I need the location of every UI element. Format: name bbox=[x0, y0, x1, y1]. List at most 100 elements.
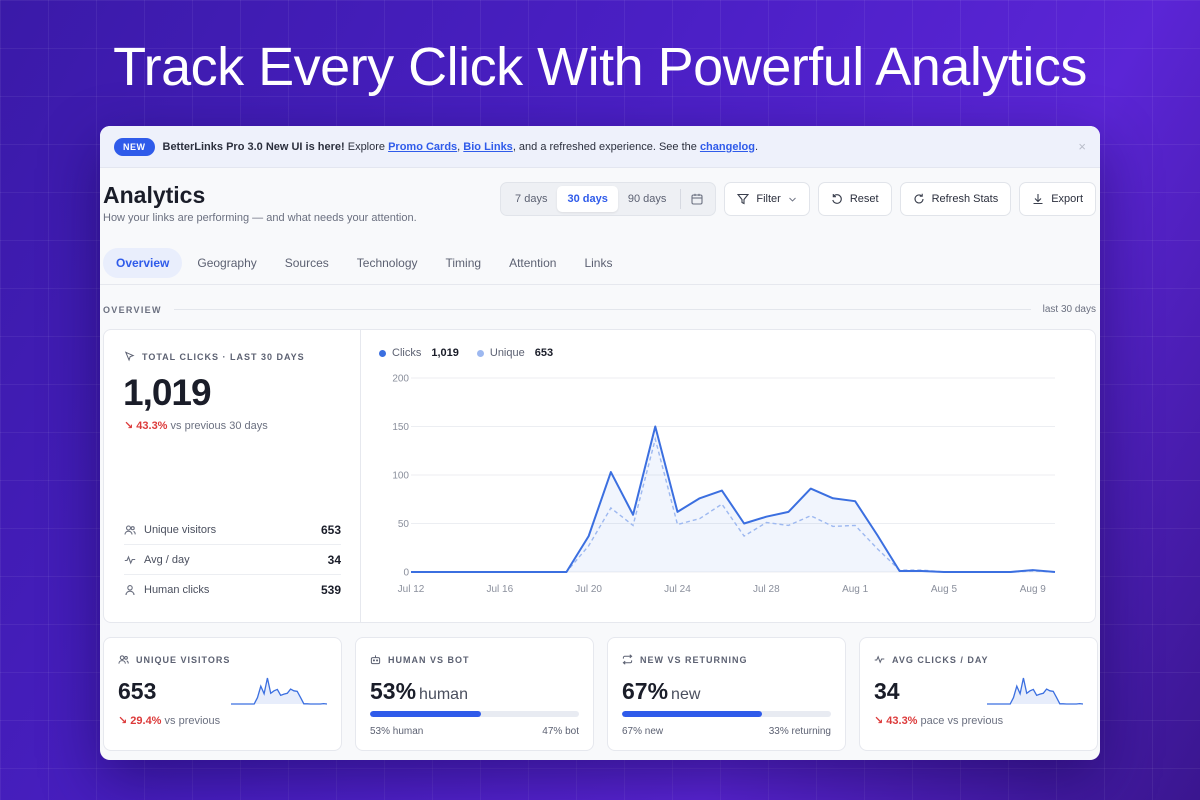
legend-unique-value: 653 bbox=[534, 347, 554, 359]
stat-list: Unique visitors 653 Avg / day 34 Human c… bbox=[124, 515, 341, 605]
changelog-link[interactable]: changelog bbox=[700, 141, 755, 153]
card-unique-visitors: UNIQUE VISITORS 653 ↘ 29.4% vs previous bbox=[103, 637, 342, 751]
legend-clicks[interactable]: Clicks 1,019 bbox=[379, 347, 459, 359]
users-icon bbox=[118, 655, 129, 664]
x-tick-label: Aug 1 bbox=[842, 584, 869, 595]
card-delta-value: ↘ 43.3% bbox=[874, 715, 918, 727]
export-button[interactable]: Export bbox=[1019, 182, 1096, 216]
x-tick-label: Jul 28 bbox=[753, 584, 780, 595]
banner-text-2: , and a refreshed experience. See the bbox=[512, 140, 700, 153]
card-label-text: AVG CLICKS / DAY bbox=[892, 654, 989, 665]
close-icon[interactable]: × bbox=[1078, 139, 1086, 154]
card-value-suffix: new bbox=[671, 686, 701, 703]
bar-labels: 53% human 47% bot bbox=[370, 726, 579, 737]
user-icon bbox=[125, 585, 135, 596]
tab-timing[interactable]: Timing bbox=[433, 248, 495, 278]
total-clicks-value: 1,019 bbox=[123, 372, 212, 413]
tab-geography[interactable]: Geography bbox=[184, 248, 269, 278]
total-clicks-delta: ↘ 43.3% vs previous 30 days bbox=[124, 419, 268, 432]
clicks-area bbox=[411, 426, 1055, 572]
card-delta: ↘ 43.3% pace vs previous bbox=[874, 714, 1003, 727]
card-label: UNIQUE VISITORS bbox=[118, 654, 230, 665]
chevron-down-icon bbox=[788, 197, 796, 202]
refresh-icon bbox=[914, 193, 924, 204]
filter-button[interactable]: Filter bbox=[724, 182, 810, 216]
range-7-days[interactable]: 7 days bbox=[505, 186, 557, 212]
users-icon bbox=[124, 524, 136, 535]
clicks-chart-area: Clicks 1,019 Unique 653 0 50 100 150 200 Jul … bbox=[361, 330, 1095, 622]
card-value: 67% new bbox=[622, 678, 700, 705]
x-tick-label: Jul 16 bbox=[486, 584, 513, 595]
tab-sources[interactable]: Sources bbox=[272, 248, 342, 278]
stat-label: Unique visitors bbox=[144, 523, 217, 536]
stat-value: 653 bbox=[320, 522, 341, 537]
banner-lead: BetterLinks Pro 3.0 New UI is here! bbox=[162, 140, 345, 153]
card-label-text: NEW VS RETURNING bbox=[640, 654, 748, 665]
y-tick-label: 0 bbox=[403, 568, 409, 579]
tab-attention[interactable]: Attention bbox=[496, 248, 569, 278]
page-title: Analytics bbox=[103, 182, 206, 208]
download-icon bbox=[1033, 194, 1043, 205]
range-90-days[interactable]: 90 days bbox=[618, 186, 677, 212]
toolbar: 7 days 30 days 90 days Filter Reset Refr… bbox=[500, 182, 1096, 216]
card-label-text: HUMAN VS BOT bbox=[388, 654, 470, 665]
legend-unique-dot bbox=[476, 349, 484, 357]
legend-clicks-dot bbox=[379, 349, 386, 357]
banner-text: Explore bbox=[344, 140, 389, 153]
calendar-icon[interactable] bbox=[680, 189, 711, 209]
refresh-stats-button[interactable]: Refresh Stats bbox=[899, 182, 1012, 216]
filter-label: Filter bbox=[756, 193, 781, 205]
promo-cards-link[interactable]: Promo Cards bbox=[388, 141, 457, 153]
total-clicks-label: TOTAL CLICKS · LAST 30 DAYS bbox=[124, 351, 305, 362]
delta-value: ↘ 43.3% bbox=[124, 420, 168, 432]
page-subtitle: How your links are performing — and what… bbox=[103, 212, 417, 224]
card-new-vs-returning: NEW VS RETURNING 67% new 67% new 33% retu… bbox=[607, 637, 846, 751]
card-human-vs-bot: HUMAN VS BOT 53% human 53% human 47% bot bbox=[355, 637, 594, 751]
card-value: 653 bbox=[118, 678, 157, 704]
bar-left-label: 53% human bbox=[370, 726, 424, 737]
legend-clicks-value: 1,019 bbox=[431, 347, 459, 359]
card-label: NEW VS RETURNING bbox=[622, 654, 748, 665]
x-tick-label: Aug 5 bbox=[931, 584, 958, 595]
x-tick-label: Jul 20 bbox=[575, 584, 602, 595]
tab-overview[interactable]: Overview bbox=[103, 248, 183, 278]
x-tick-label: Jul 24 bbox=[664, 584, 691, 595]
card-value: 53% human bbox=[370, 678, 468, 705]
stat-row-avg-day: Avg / day 34 bbox=[124, 545, 341, 575]
stat-value: 34 bbox=[327, 552, 341, 567]
tab-bar: Overview Geography Sources Technology Ti… bbox=[103, 248, 627, 278]
delta-suffix: vs previous 30 days bbox=[170, 420, 268, 432]
section-rule bbox=[173, 309, 1031, 310]
legend-unique[interactable]: Unique 653 bbox=[476, 347, 554, 359]
card-delta-suffix: vs previous bbox=[164, 715, 221, 727]
card-value-number: 53% bbox=[370, 678, 417, 704]
tab-technology[interactable]: Technology bbox=[344, 248, 431, 278]
new-returning-progress bbox=[622, 711, 831, 717]
reset-button[interactable]: Reset bbox=[817, 182, 892, 216]
new-badge: NEW bbox=[114, 137, 155, 156]
chart-legend: Clicks 1,019 Unique 653 bbox=[379, 347, 553, 359]
section-label: OVERVIEW bbox=[103, 304, 162, 315]
clicks-line-chart: 0 50 100 150 200 Jul 12 Jul 16 Jul 20 Jul 24 Jul … bbox=[392, 374, 1056, 595]
legend-clicks-label: Clicks bbox=[392, 347, 422, 359]
metric-cards: UNIQUE VISITORS 653 ↘ 29.4% vs previous … bbox=[103, 637, 1098, 751]
filter-icon bbox=[737, 193, 750, 205]
range-30-days[interactable]: 30 days bbox=[557, 186, 618, 212]
refresh-label: Refresh Stats bbox=[931, 193, 999, 205]
card-avg-clicks-day: AVG CLICKS / DAY 34 ↘ 43.3% pace vs prev… bbox=[859, 637, 1098, 751]
bio-links-link[interactable]: Bio Links bbox=[463, 141, 513, 153]
card-value: 34 bbox=[874, 678, 900, 704]
bar-labels: 67% new 33% returning bbox=[622, 726, 831, 737]
section-range: last 30 days bbox=[1042, 304, 1096, 315]
sparkline bbox=[231, 677, 327, 705]
card-label-text: UNIQUE VISITORS bbox=[136, 654, 231, 665]
tab-links[interactable]: Links bbox=[571, 248, 625, 278]
y-tick-label: 50 bbox=[398, 519, 410, 530]
y-tick-label: 200 bbox=[392, 374, 409, 385]
section-header: OVERVIEW last 30 days bbox=[103, 304, 1096, 315]
card-value-suffix: human bbox=[419, 686, 468, 703]
banner-end: . bbox=[754, 140, 759, 153]
y-tick-label: 150 bbox=[392, 422, 409, 433]
stat-value: 539 bbox=[320, 583, 341, 597]
legend-unique-label: Unique bbox=[489, 347, 525, 359]
